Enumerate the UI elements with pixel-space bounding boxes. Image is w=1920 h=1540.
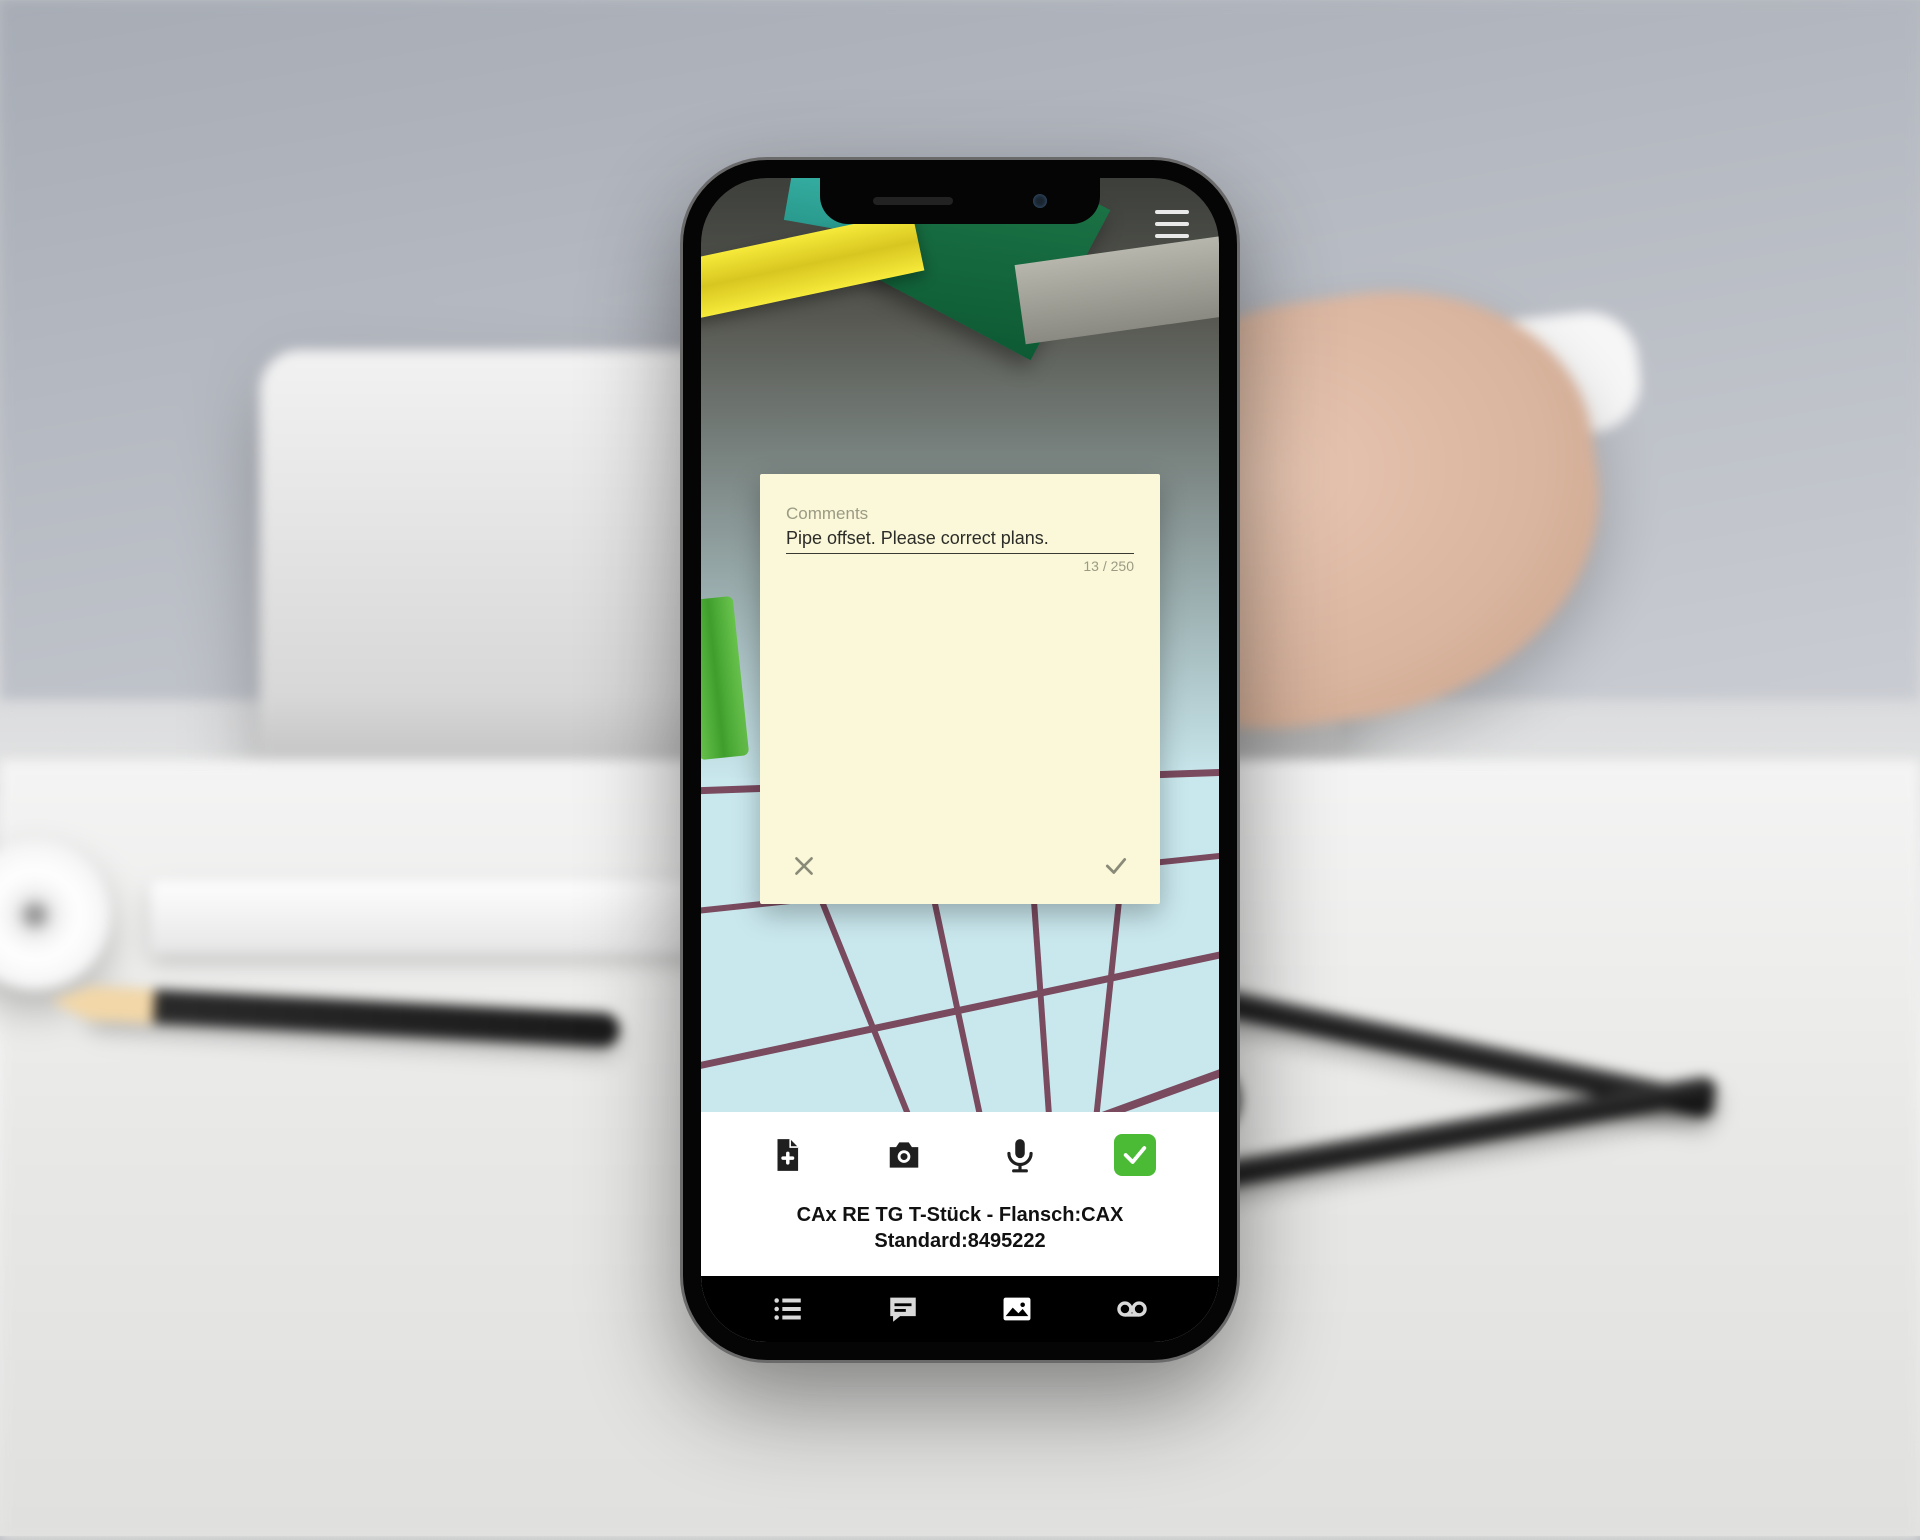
microphone-button[interactable] — [997, 1132, 1043, 1178]
nav-list-button[interactable] — [768, 1289, 808, 1329]
nav-voicemail-button[interactable] — [1112, 1289, 1152, 1329]
add-file-button[interactable] — [764, 1132, 810, 1178]
selected-element-info: CAx RE TG T-Stück - Flansch:CAX Standard… — [701, 1198, 1219, 1266]
add-file-icon — [768, 1136, 806, 1174]
character-counter: 13 / 250 — [786, 558, 1134, 574]
list-icon — [771, 1292, 805, 1326]
phone-notch — [820, 178, 1100, 224]
check-icon — [1121, 1141, 1149, 1169]
nav-comment-button[interactable] — [883, 1289, 923, 1329]
phone-screen: Comments 13 / 250 — [701, 178, 1219, 1342]
confirm-button[interactable] — [1114, 1134, 1156, 1176]
menu-button[interactable] — [1155, 210, 1189, 238]
comment-card: Comments 13 / 250 — [760, 474, 1160, 904]
check-icon — [1103, 853, 1129, 879]
camera-button[interactable] — [881, 1132, 927, 1178]
info-line-2: Standard:8495222 — [721, 1228, 1199, 1254]
cancel-button[interactable] — [786, 848, 822, 884]
bottom-nav — [701, 1276, 1219, 1342]
nav-image-button[interactable] — [997, 1289, 1037, 1329]
comment-input[interactable] — [786, 528, 1134, 549]
info-line-1: CAx RE TG T-Stück - Flansch:CAX — [721, 1202, 1199, 1228]
voicemail-icon — [1115, 1292, 1149, 1326]
phone-frame: Comments 13 / 250 — [683, 160, 1237, 1360]
comment-icon — [886, 1292, 920, 1326]
close-icon — [791, 853, 817, 879]
comment-field-label: Comments — [786, 504, 1134, 524]
submit-button[interactable] — [1098, 848, 1134, 884]
image-icon — [1000, 1292, 1034, 1326]
action-bar: CAx RE TG T-Stück - Flansch:CAX Standard… — [701, 1112, 1219, 1276]
microphone-icon — [1001, 1136, 1039, 1174]
camera-icon — [885, 1136, 923, 1174]
